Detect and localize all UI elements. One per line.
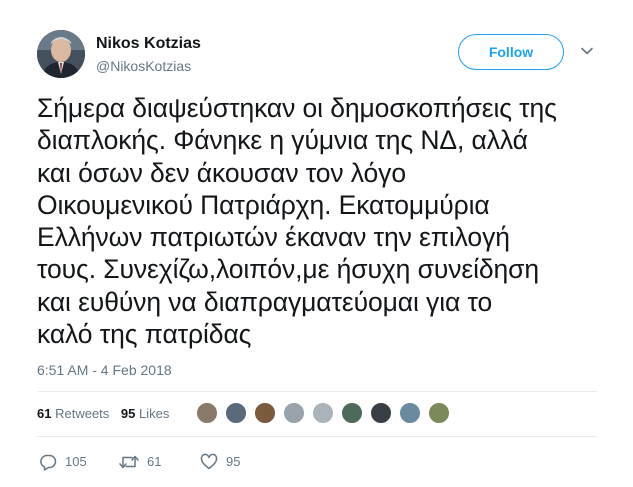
liker-avatar[interactable] bbox=[370, 402, 392, 424]
retweet-button[interactable]: 61 bbox=[119, 452, 161, 472]
divider bbox=[37, 436, 597, 437]
likes-count: 95 bbox=[120, 406, 136, 421]
retweet-count: 61 bbox=[147, 454, 162, 469]
liker-avatar[interactable] bbox=[428, 402, 450, 424]
liker-avatar[interactable] bbox=[312, 402, 334, 424]
liker-avatar[interactable] bbox=[225, 402, 247, 424]
tweet-timestamp[interactable]: 6:51 AM - 4 Feb 2018 bbox=[37, 361, 172, 379]
liker-avatar[interactable] bbox=[399, 402, 421, 424]
liker-avatar[interactable] bbox=[283, 402, 305, 424]
retweets-label: Retweets bbox=[55, 406, 110, 421]
reply-icon bbox=[40, 454, 57, 471]
reply-button[interactable]: 105 bbox=[39, 452, 87, 472]
author-avatar[interactable] bbox=[37, 30, 85, 78]
follow-button[interactable]: Follow bbox=[458, 34, 564, 70]
author-name[interactable]: Nikos Kotzias bbox=[96, 34, 201, 54]
retweets-stat[interactable]: 61 Retweets bbox=[37, 406, 109, 421]
likes-stat[interactable]: 95 Likes bbox=[121, 406, 169, 421]
likes-label: Likes bbox=[139, 406, 170, 421]
reply-count: 105 bbox=[65, 454, 87, 469]
engagement-stats: 61 Retweets 95 Likes bbox=[37, 405, 177, 423]
chevron-down-icon[interactable] bbox=[580, 44, 594, 58]
liker-avatar[interactable] bbox=[196, 402, 218, 424]
liker-avatar[interactable] bbox=[254, 402, 276, 424]
like-count: 95 bbox=[226, 454, 241, 469]
retweet-icon bbox=[119, 455, 139, 469]
author-handle[interactable]: @NikosKotzias bbox=[96, 57, 191, 75]
heart-icon bbox=[200, 453, 218, 470]
like-button[interactable]: 95 bbox=[200, 452, 240, 472]
liker-avatar[interactable] bbox=[341, 402, 363, 424]
retweets-count: 61 bbox=[37, 406, 52, 421]
avatar-image bbox=[37, 30, 85, 78]
divider bbox=[37, 391, 597, 392]
tweet-text: Σήμερα διαψεύστηκαν οι δημοσκοπήσεις της… bbox=[37, 93, 557, 350]
